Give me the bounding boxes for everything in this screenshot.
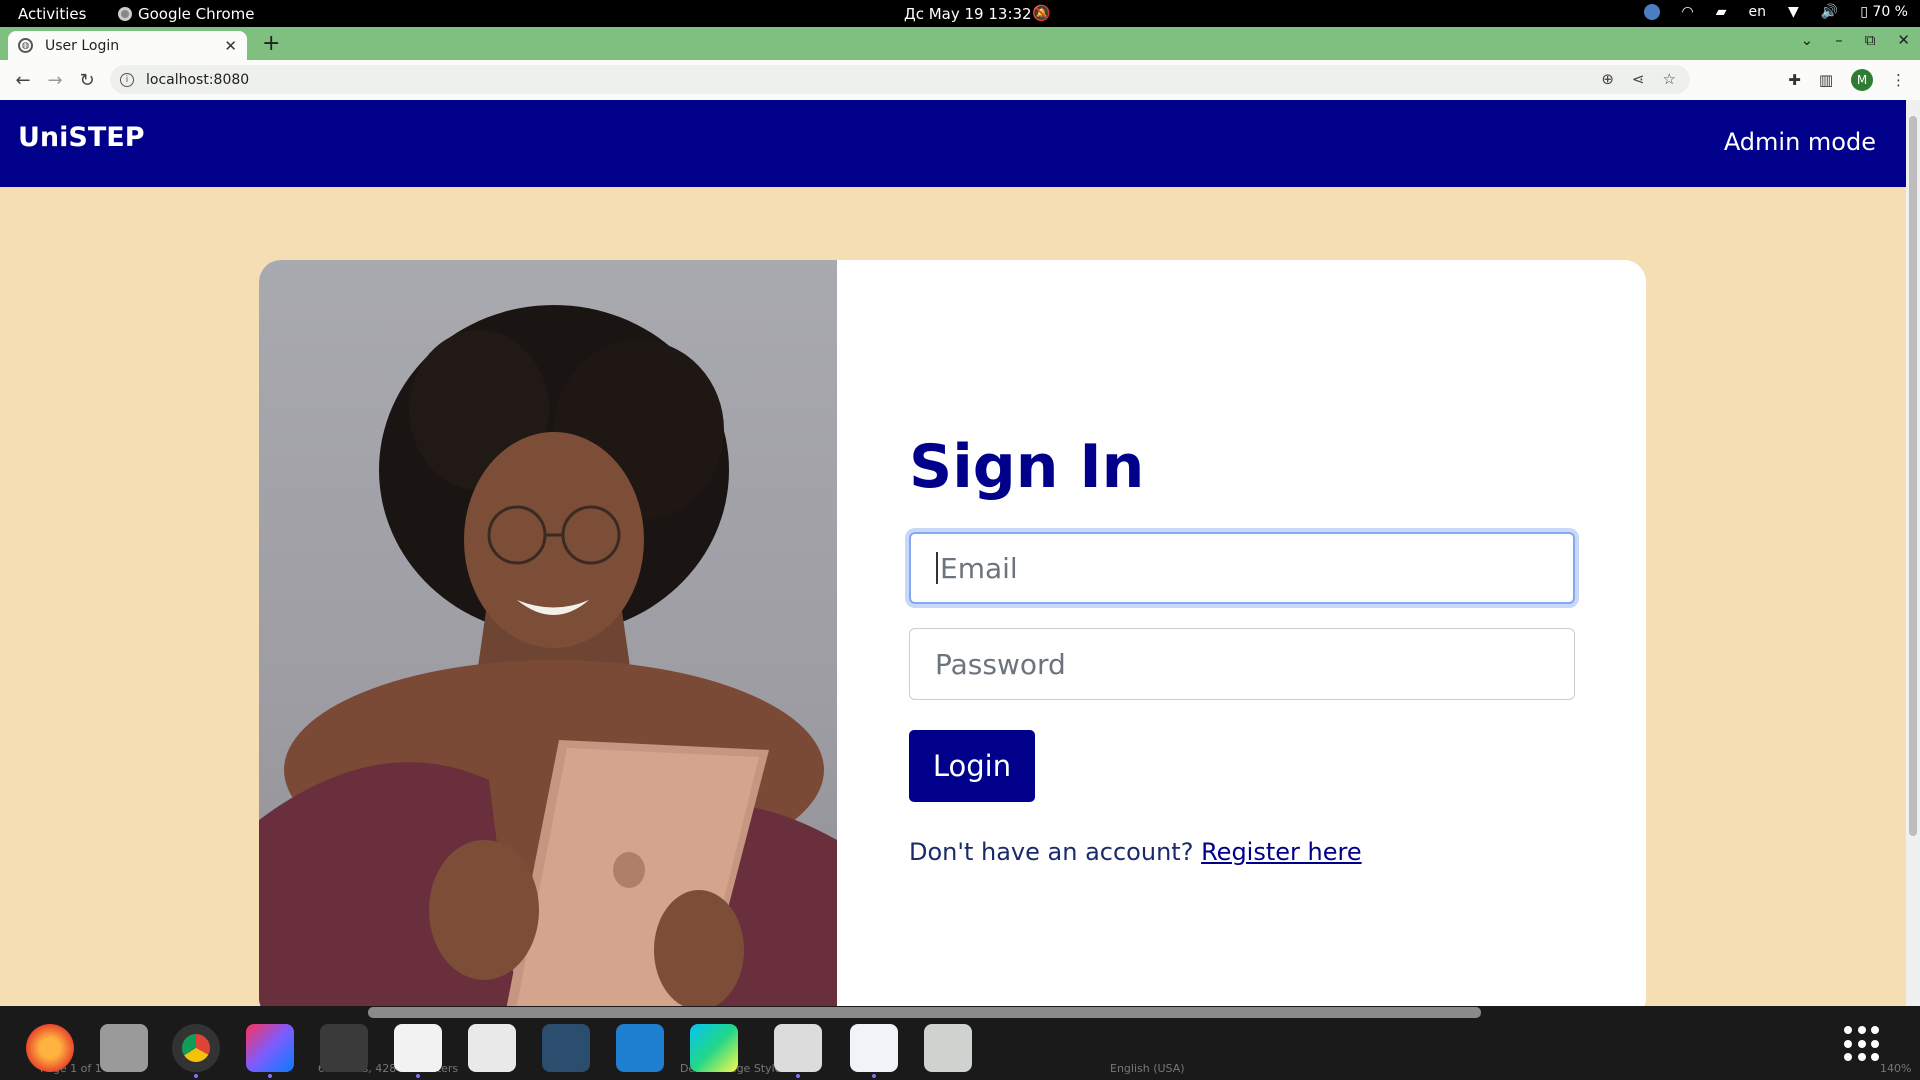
more-menu-icon[interactable]: ⋮: [1891, 71, 1906, 89]
running-indicator: [268, 1074, 272, 1078]
running-indicator: [194, 1074, 198, 1078]
close-window-icon[interactable]: ✕: [1897, 31, 1910, 49]
wifi-icon: ▼: [1788, 4, 1799, 20]
forward-icon[interactable]: →: [46, 70, 64, 91]
chrome-icon: [118, 7, 132, 21]
page-title: Sign In: [909, 432, 1145, 502]
hero-photo: [259, 260, 837, 1006]
notification-off-icon: 🔕: [1032, 4, 1051, 22]
battery-level: 70 %: [1872, 4, 1908, 20]
firefox-icon[interactable]: [26, 1024, 74, 1072]
mysql-workbench-icon[interactable]: [542, 1024, 590, 1072]
activities-button[interactable]: Activities: [18, 5, 86, 23]
new-tab-button[interactable]: +: [262, 31, 280, 56]
chevron-down-icon[interactable]: ⌄: [1801, 31, 1814, 49]
site-navbar: UniSTEP Admin mode: [0, 100, 1906, 187]
cast-icon: ◠: [1681, 4, 1694, 20]
libreoffice-writer-icon[interactable]: [850, 1024, 898, 1072]
terminal-icon[interactable]: [320, 1024, 368, 1072]
restore-icon[interactable]: ⧉: [1865, 31, 1876, 49]
battery-icon: ▯: [1860, 4, 1868, 20]
text-editor-icon[interactable]: [394, 1024, 442, 1072]
scrollbar-thumb[interactable]: [1909, 116, 1917, 836]
battery-indicator: ▯ 70 %: [1860, 4, 1908, 20]
globe-icon: [1643, 4, 1660, 20]
app-name: Google Chrome: [138, 5, 255, 23]
admin-mode-link[interactable]: Admin mode: [1724, 128, 1876, 156]
tab-title: User Login: [45, 37, 120, 54]
dock: Page 1 of 1 65 words, 428 characters Def…: [0, 1006, 1920, 1080]
status-zoom: 140%: [1880, 1062, 1912, 1075]
chrome-icon[interactable]: [172, 1024, 220, 1072]
webstorm-icon[interactable]: [690, 1024, 738, 1072]
running-indicator: [416, 1074, 420, 1078]
email-input[interactable]: Email: [909, 532, 1575, 604]
docker-icon: ▰: [1715, 4, 1727, 20]
url-text[interactable]: localhost:8080: [146, 72, 249, 88]
close-icon[interactable]: ✕: [224, 37, 237, 55]
browser-toolbar: ← → ↻ i localhost:8080 ⊕ ⋖ ☆ ✚ ▥ M ⋮: [0, 60, 1920, 100]
back-icon[interactable]: ←: [14, 70, 32, 91]
running-indicator: [872, 1074, 876, 1078]
reload-icon[interactable]: ↻: [78, 70, 96, 91]
password-input[interactable]: Password: [909, 628, 1575, 700]
side-panel-icon[interactable]: ▥: [1819, 71, 1833, 89]
trash-icon[interactable]: [924, 1024, 972, 1072]
app-menu[interactable]: Google Chrome: [118, 5, 255, 23]
system-tray[interactable]: ◠ ▰ en ▼ 🔊 ▯ 70 %: [1643, 4, 1908, 20]
horizontal-scrollbar[interactable]: [368, 1007, 1481, 1018]
email-placeholder: Email: [940, 551, 1018, 585]
intellij-icon[interactable]: [246, 1024, 294, 1072]
register-prompt-text: Don't have an account?: [909, 838, 1194, 866]
show-apps-icon[interactable]: [1844, 1026, 1880, 1062]
keyboard-language[interactable]: en: [1749, 4, 1767, 20]
globe-icon: ◍: [18, 38, 33, 53]
profile-avatar[interactable]: M: [1851, 69, 1873, 91]
register-prompt: Don't have an account? Register here: [909, 838, 1362, 866]
system-top-bar: Activities Google Chrome Дс May 19 13:32…: [0, 0, 1920, 27]
page-viewport: UniSTEP Admin mode Sign In Email Passwor…: [0, 100, 1906, 1006]
running-indicator: [796, 1074, 800, 1078]
java-duke-icon[interactable]: [774, 1024, 822, 1072]
register-link[interactable]: Register here: [1201, 838, 1362, 866]
files-icon[interactable]: [100, 1024, 148, 1072]
clock[interactable]: Дс May 19 13:32: [904, 5, 1032, 23]
star-icon[interactable]: ☆: [1663, 70, 1676, 88]
extensions-icon[interactable]: ✚: [1788, 71, 1801, 89]
password-placeholder: Password: [935, 647, 1066, 681]
window-controls: ⌄ – ⧉ ✕: [1801, 31, 1910, 49]
brand-logo[interactable]: UniSTEP: [18, 122, 145, 153]
share-icon[interactable]: ⋖: [1632, 70, 1645, 88]
vscode-icon[interactable]: [616, 1024, 664, 1072]
login-button[interactable]: Login: [909, 730, 1035, 802]
tab-user-login[interactable]: ◍ User Login ✕: [8, 31, 247, 60]
minimize-icon[interactable]: –: [1835, 31, 1843, 49]
woman-with-tablet-illustration: [259, 305, 837, 1006]
volume-icon: 🔊: [1820, 4, 1839, 20]
tab-strip: ◍ User Login ✕ + ⌄ – ⧉ ✕: [0, 27, 1920, 60]
address-bar[interactable]: i localhost:8080 ⊕ ⋖ ☆: [110, 65, 1690, 94]
login-card: Sign In Email Password Login Don't have …: [259, 260, 1646, 1006]
status-language: English (USA): [1110, 1062, 1185, 1075]
zoom-icon[interactable]: ⊕: [1601, 70, 1614, 88]
info-icon[interactable]: i: [120, 72, 134, 87]
page-scrollbar[interactable]: [1906, 100, 1920, 1006]
omnibox-tools: ⊕ ⋖ ☆: [1601, 70, 1676, 88]
toolbar-right: ✚ ▥ M ⋮: [1788, 69, 1906, 91]
document-viewer-icon[interactable]: [468, 1024, 516, 1072]
